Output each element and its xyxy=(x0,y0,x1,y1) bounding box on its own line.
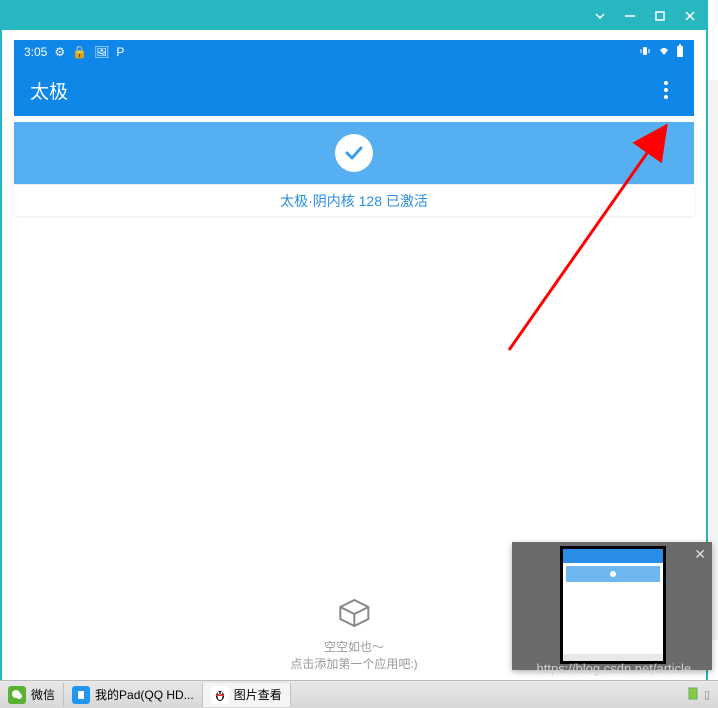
empty-line2: 点击添加第一个应用吧:) xyxy=(290,655,417,672)
chevron-down-icon[interactable] xyxy=(592,8,608,24)
thumbnail-close-icon[interactable]: ✕ xyxy=(694,546,706,563)
window-titlebar xyxy=(2,2,706,30)
status-time: 3:05 xyxy=(24,45,47,59)
empty-state: 空空如也～ 点击添加第一个应用吧:) xyxy=(290,594,417,672)
taskbar-label: 图片查看 xyxy=(234,686,282,703)
taskbar-item-viewer[interactable]: 图片查看 xyxy=(203,683,291,707)
status-card[interactable]: 太极·阴内核 128 已激活 xyxy=(14,122,694,216)
more-vert-icon[interactable] xyxy=(654,78,678,102)
lock-icon: 🔒 xyxy=(72,45,87,59)
app-header: 太极 xyxy=(14,64,694,116)
p-icon: P xyxy=(116,45,124,59)
gear-icon: ⚙ xyxy=(54,45,65,59)
tray-battery-icon xyxy=(688,686,698,703)
close-icon[interactable] xyxy=(682,8,698,24)
status-text: 太极·阴内核 128 已激活 xyxy=(14,184,694,216)
empty-box-icon xyxy=(335,594,373,632)
empty-line1: 空空如也～ xyxy=(290,638,417,655)
thumbnail-overlay: ✕ xyxy=(512,542,712,670)
taskbar-label: 微信 xyxy=(31,686,55,703)
tablet-icon xyxy=(72,686,90,704)
app-title: 太极 xyxy=(30,77,68,104)
taskbar-tray: ▯ xyxy=(680,681,718,708)
wechat-icon xyxy=(8,686,26,704)
taskbar-item-wechat[interactable]: 微信 xyxy=(0,683,64,707)
qq-penguin-icon xyxy=(211,686,229,704)
windows-taskbar: 微信 我的Pad(QQ HD... 图片查看 ▯ xyxy=(0,680,718,708)
tray-network-icon: ▯ xyxy=(704,688,710,701)
status-top xyxy=(14,122,694,184)
taskbar-label: 我的Pad(QQ HD... xyxy=(95,686,194,703)
taskbar-item-pad[interactable]: 我的Pad(QQ HD... xyxy=(64,683,203,707)
wifi-icon xyxy=(657,44,671,61)
thumbnail-preview[interactable] xyxy=(560,546,666,664)
picture-icon: 🖼 xyxy=(94,45,109,59)
android-statusbar: 3:05 ⚙ 🔒 🖼 P xyxy=(14,40,694,64)
battery-icon xyxy=(676,44,684,61)
vibrate-icon xyxy=(638,44,652,61)
maximize-icon[interactable] xyxy=(652,8,668,24)
checkmark-circle-icon xyxy=(335,134,373,172)
minimize-icon[interactable] xyxy=(622,8,638,24)
